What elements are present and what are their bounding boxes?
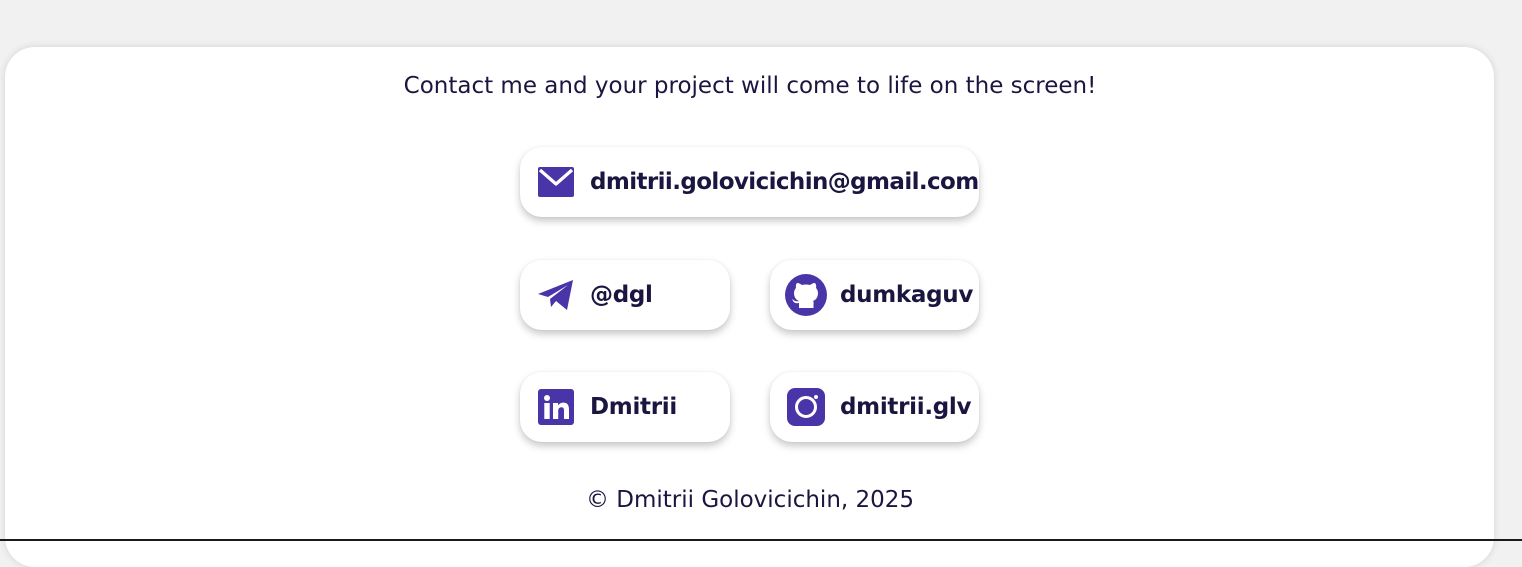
instagram-label: dmitrii.glv (840, 394, 972, 420)
contact-tagline: Contact me and your project will come to… (403, 73, 1097, 99)
envelope-icon (537, 163, 575, 201)
instagram-link-button[interactable]: dmitrii.glv (770, 372, 979, 442)
telegram-label: @dgl (590, 282, 653, 308)
linkedin-icon (537, 388, 575, 426)
telegram-link-button[interactable]: @dgl (520, 260, 730, 330)
github-label: dumkaguv (840, 282, 974, 308)
email-label: dmitrii.golovicichin@gmail.com (590, 169, 979, 195)
telegram-icon (537, 276, 575, 314)
instagram-icon (787, 388, 825, 426)
footer-copyright: © Dmitrii Golovicichin, 2025 (585, 487, 915, 513)
linkedin-label: Dmitrii (590, 394, 677, 420)
linkedin-link-button[interactable]: Dmitrii (520, 372, 730, 442)
github-icon (785, 274, 827, 316)
email-link-button[interactable]: dmitrii.golovicichin@gmail.com (520, 147, 979, 217)
github-link-button[interactable]: dumkaguv (770, 260, 979, 330)
